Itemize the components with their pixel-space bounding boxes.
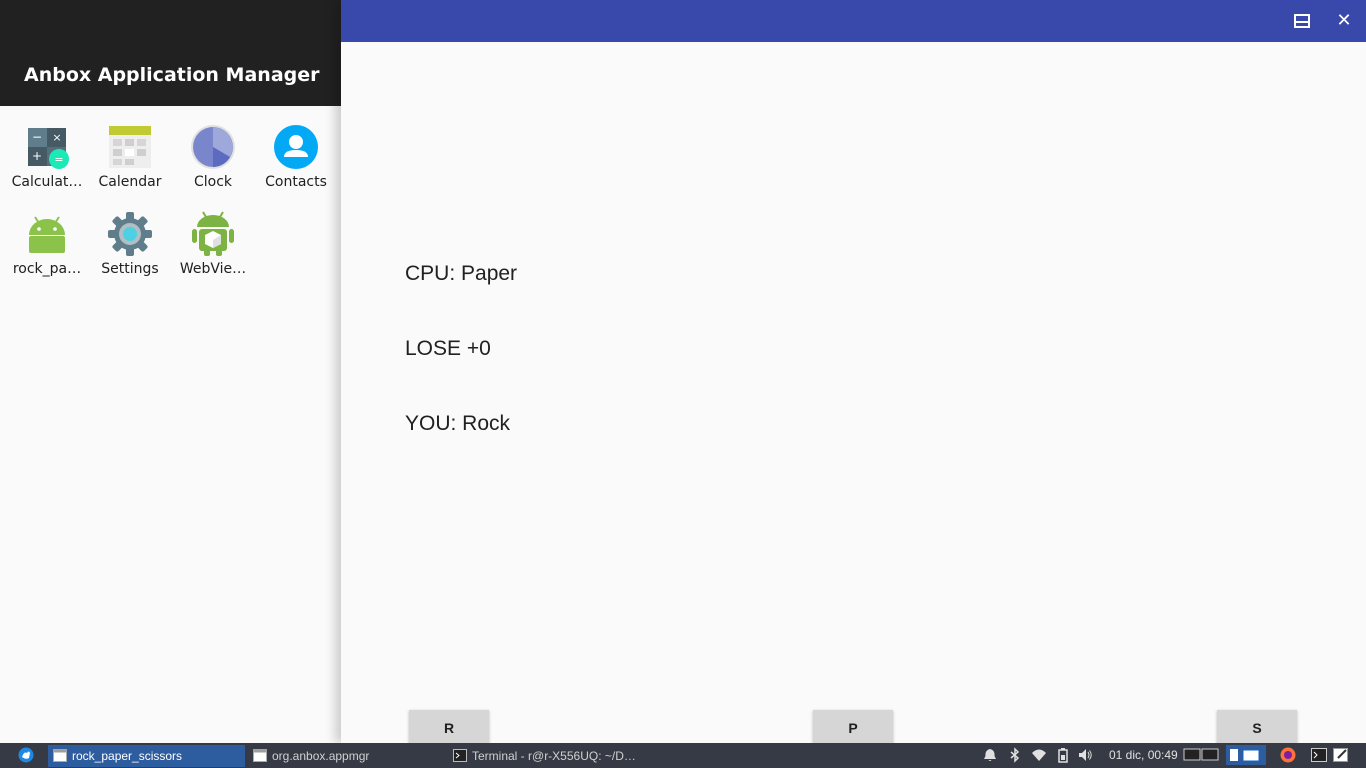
result-text: LOSE +0 [405,337,491,360]
settings-gear-icon [107,211,153,257]
app-manager-panel: Anbox Application Manager − × + = Calcul… [0,0,341,743]
task-terminal[interactable]: Terminal - r@r-X556UQ: ~/D… [448,745,645,767]
cpu-choice-text: CPU: Paper [405,262,518,285]
wifi-icon[interactable] [1031,747,1047,763]
game-window: ✕ CPU: Paper LOSE +0 YOU: Rock R P S [341,0,1366,745]
app-contacts[interactable]: Contacts [254,106,338,190]
svg-text:=: = [54,153,63,166]
app-label: Calculat… [11,174,83,190]
svg-text:−: − [32,130,42,144]
volume-icon[interactable] [1077,747,1093,763]
clock-text[interactable]: 01 dic, 00:49 [1109,743,1178,768]
scissors-button[interactable]: S [1217,710,1297,745]
calculator-icon: − × + = [24,124,70,170]
firefox-icon[interactable] [1280,747,1296,763]
android-webview-icon [190,211,236,257]
contacts-icon [273,124,319,170]
app-settings[interactable]: Settings [88,193,172,277]
app-label: rock_pa… [12,261,82,277]
task-rock-paper-scissors[interactable]: rock_paper_scissors [48,745,245,767]
task-label: org.anbox.appmgr [272,749,370,763]
bluetooth-icon[interactable] [1007,747,1023,763]
calendar-icon [107,124,153,170]
app-label: WebVie… [179,261,247,277]
app-manager-title: Anbox Application Manager [24,64,320,86]
task-appmgr[interactable]: org.anbox.appmgr [248,745,445,767]
window-icon [53,749,67,762]
player-choice-text: YOU: Rock [405,412,511,435]
window-icon [253,749,267,762]
window-titlebar[interactable]: ✕ [341,0,1366,42]
app-label: Settings [101,261,159,277]
app-label: Clock [193,174,233,190]
android-icon [24,211,70,257]
text-editor-icon[interactable] [1333,747,1349,763]
close-button[interactable]: ✕ [1331,8,1357,34]
maximize-icon [1294,14,1310,28]
app-calendar[interactable]: Calendar [88,106,172,190]
start-menu-icon[interactable] [18,747,34,763]
app-rock-paper-scissors[interactable]: rock_pa… [5,193,89,277]
battery-icon[interactable] [1055,747,1071,763]
app-webview[interactable]: WebVie… [171,193,255,277]
app-label: Calendar [98,174,162,190]
rock-button[interactable]: R [409,710,489,745]
paper-button[interactable]: P [813,710,893,745]
show-desktop-icon[interactable] [1226,745,1266,765]
app-clock[interactable]: Clock [171,106,255,190]
taskbar: rock_paper_scissors org.anbox.appmgr Ter… [0,743,1366,768]
app-manager-header: Anbox Application Manager [0,0,341,106]
task-label: Terminal - r@r-X556UQ: ~/D… [472,749,636,763]
workspace-switcher-icon[interactable] [1183,747,1219,763]
svg-text:×: × [52,131,61,144]
svg-text:+: + [32,149,42,163]
maximize-button[interactable] [1289,8,1315,34]
terminal-launcher-icon[interactable] [1311,747,1327,763]
terminal-icon [453,749,467,762]
task-label: rock_paper_scissors [72,749,183,763]
clock-icon [190,124,236,170]
app-calculator[interactable]: − × + = Calculat… [5,106,89,190]
close-icon: ✕ [1336,10,1352,31]
app-label: Contacts [265,174,327,190]
notification-bell-icon[interactable] [982,747,998,763]
